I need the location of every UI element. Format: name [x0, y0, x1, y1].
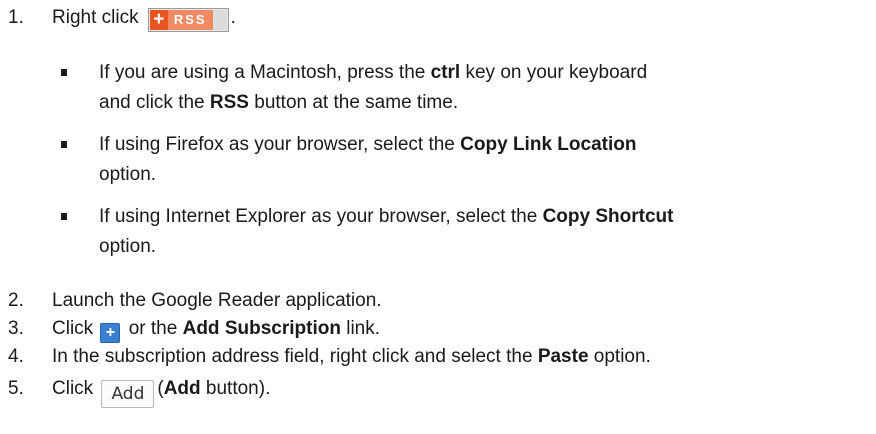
bullet-line: If using Firefox as your browser, select…	[99, 130, 636, 160]
bullet-line: option.	[99, 164, 157, 185]
bullet-line: If using Internet Explorer as your brows…	[99, 202, 673, 232]
rss-plus-icon: +	[149, 10, 168, 30]
step-text: link.	[346, 318, 381, 339]
bullet-text: If you are using a Macintosh, press the	[99, 62, 426, 83]
rss-button-edge	[212, 10, 227, 30]
bullet-text: If using Internet Explorer as your brows…	[99, 206, 538, 227]
step-number: 3.	[8, 318, 24, 339]
bullet-bold-text: ctrl	[430, 62, 461, 83]
bullet-text: If using Firefox as your browser, select…	[99, 134, 455, 155]
bullet-line: If you are using a Macintosh, press the …	[99, 58, 647, 88]
bullet-macintosh: If you are using a Macintosh, press the …	[61, 58, 647, 118]
bullet-firefox: If using Firefox as your browser, select…	[61, 130, 636, 190]
step-text-end: .	[230, 7, 236, 28]
step-text: In the subscription address field, right…	[52, 346, 533, 367]
step-text: Click	[52, 378, 94, 399]
step-text: or the	[128, 318, 178, 339]
step-text: button).	[205, 378, 271, 399]
add-subscription-icon[interactable]: +	[100, 323, 121, 343]
bullet-line: option.	[99, 236, 157, 257]
bullet-line: and click the RSS button at the same tim…	[99, 88, 647, 118]
step-5: 5. Click Add (Add button).	[8, 377, 270, 408]
step-bold-text: Add Subscription	[182, 318, 341, 339]
rss-button-label: RSS	[167, 10, 213, 30]
instructions-document: 1. Right click + RSS. If you are using a M…	[0, 0, 876, 434]
step-2: 2. Launch the Google Reader application.	[8, 289, 382, 313]
bullet-marker	[61, 141, 67, 148]
step-text: Launch the Google Reader application.	[52, 290, 382, 311]
rss-button[interactable]: + RSS	[147, 8, 229, 32]
step-text: Right click	[52, 7, 139, 28]
step-number: 2.	[8, 290, 24, 311]
bullet-bold-text: Copy Link Location	[460, 134, 637, 155]
step-bold-text: Paste	[537, 346, 589, 367]
bullet-bold-text: Copy Shortcut	[542, 206, 674, 227]
add-button[interactable]: Add	[101, 380, 155, 408]
bullet-marker	[61, 213, 67, 220]
step-number: 1.	[8, 7, 24, 28]
bullet-marker	[61, 69, 67, 76]
step-number: 4.	[8, 346, 24, 367]
step-bold-text: Add	[163, 378, 201, 399]
bullet-text: and click the	[99, 92, 205, 113]
bullet-text: key on your keyboard	[465, 62, 648, 83]
step-4: 4. In the subscription address field, rig…	[8, 345, 651, 369]
bullet-internet-explorer: If using Internet Explorer as your brows…	[61, 202, 673, 262]
step-3: 3. Click + or the Add Subscription link.	[8, 317, 380, 343]
step-text: option.	[593, 346, 651, 367]
step-text: Click	[52, 318, 94, 339]
step-number: 5.	[8, 378, 24, 399]
bullet-text: button at the same time.	[254, 92, 459, 113]
step-1: 1. Right click + RSS.	[8, 6, 236, 32]
bullet-bold-text: RSS	[209, 92, 249, 113]
